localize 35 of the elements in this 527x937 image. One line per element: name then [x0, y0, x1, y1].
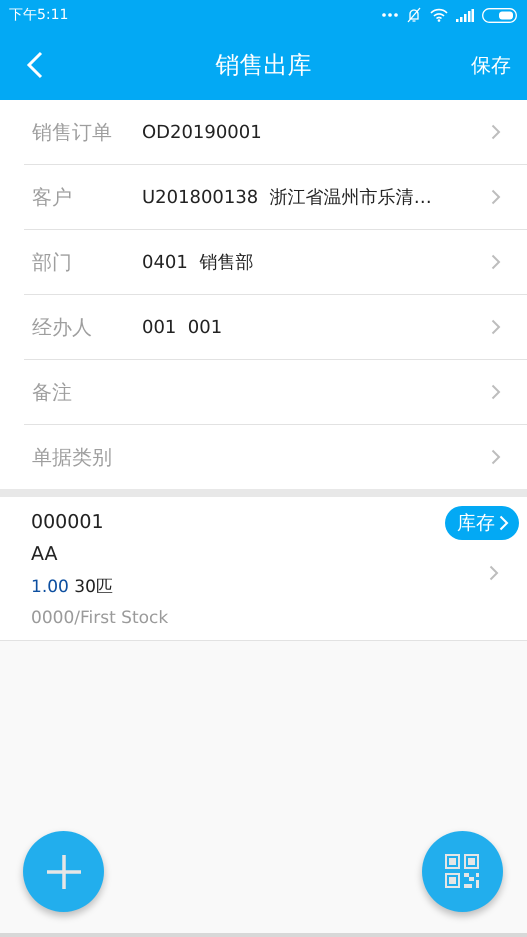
item-location: 0000/First Stock [31, 608, 168, 628]
field-value[interactable]: 0401 销售部 [142, 250, 254, 274]
chevron-icon [489, 565, 499, 581]
chevron-icon [491, 449, 501, 465]
chevron-icon [491, 189, 501, 205]
back-icon[interactable] [26, 51, 44, 79]
chevron-icon [491, 319, 501, 335]
field-label: 备注 [31, 378, 73, 406]
field-value[interactable]: 001 001 [142, 316, 222, 338]
chevron-icon [499, 515, 509, 531]
plus-icon [46, 854, 82, 890]
field-label: 客户 [31, 184, 73, 210]
item-card[interactable]: 000001 AA 1.00 30匹 0000/First Stock 库存 [0, 497, 527, 641]
signal-icon [456, 8, 474, 22]
chevron-icon [491, 124, 501, 140]
more-dots-icon [382, 13, 398, 17]
field-label: 部门 [31, 248, 73, 276]
field-label: 经办人 [31, 314, 93, 340]
chevron-icon [491, 254, 501, 270]
qr-code-icon [444, 854, 480, 890]
item-code: 000001 [31, 511, 104, 533]
field-value[interactable]: U201800138 浙江省温州市乐清… [142, 185, 432, 209]
item-quantity: 1.00 30匹 [31, 576, 113, 598]
add-button[interactable] [23, 831, 104, 912]
field-label: 单据类别 [31, 444, 113, 470]
chevron-icon [491, 384, 501, 400]
status-time: 下午5:11 [9, 6, 68, 24]
scan-button[interactable] [422, 831, 503, 912]
item-name: AA [31, 543, 58, 565]
page-title: 销售出库 [216, 50, 312, 81]
battery-icon [482, 8, 517, 22]
field-label: 销售订单 [31, 118, 113, 146]
wifi-icon [430, 8, 448, 22]
muted-bell-icon [406, 7, 422, 23]
field-value[interactable]: OD20190001 [142, 122, 262, 142]
